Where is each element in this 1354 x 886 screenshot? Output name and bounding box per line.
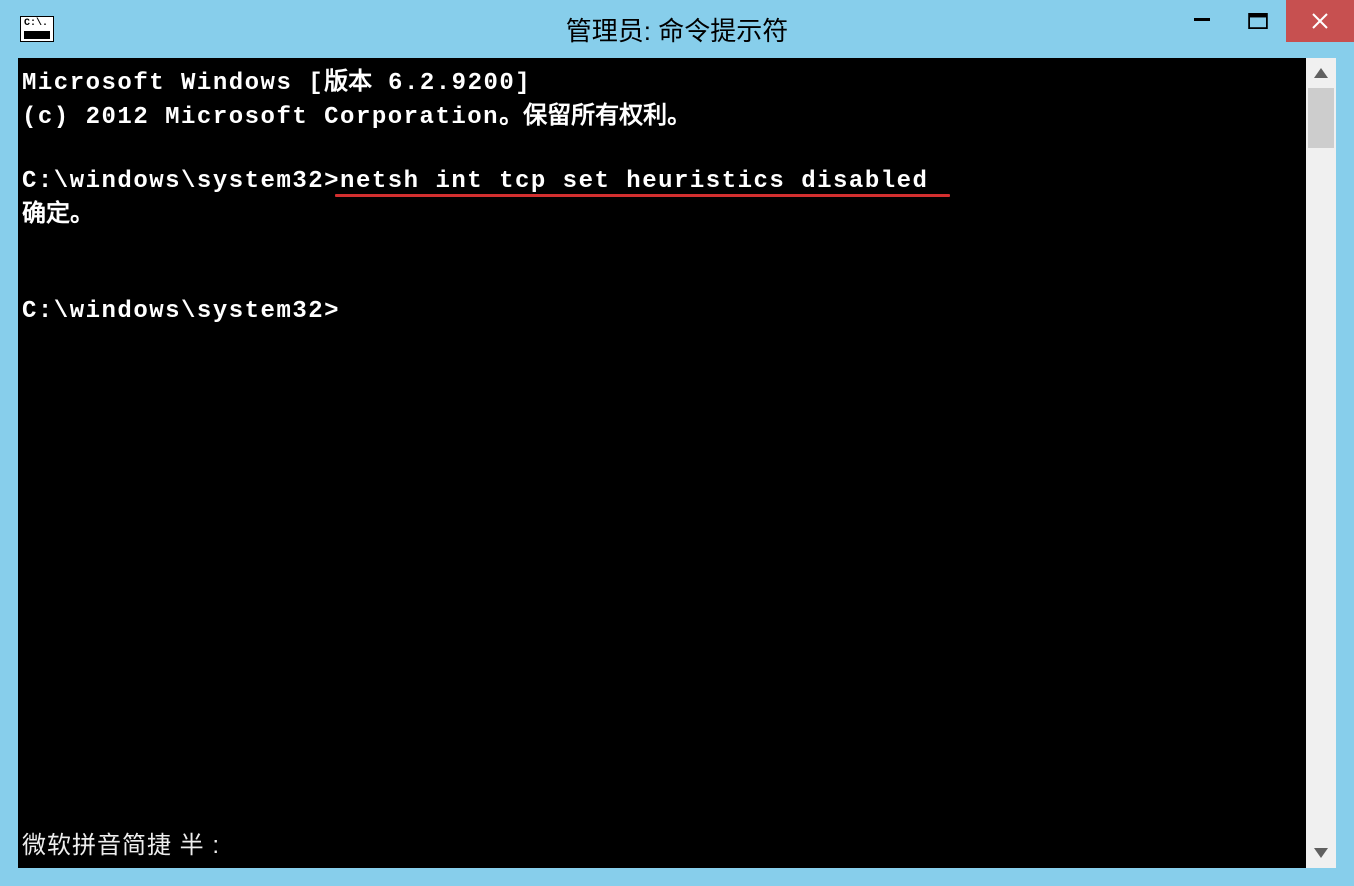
- terminal-text-cjk: 版本: [324, 68, 372, 95]
- terminal-line: 确定。: [22, 198, 1302, 232]
- terminal-text: (c) 2012 Microsoft Corporation: [22, 104, 499, 131]
- content-area: Microsoft Windows [版本 6.2.9200](c) 2012 …: [18, 58, 1336, 868]
- maximize-button[interactable]: [1230, 0, 1286, 42]
- terminal-line: (c) 2012 Microsoft Corporation。保留所有权利。: [22, 100, 1302, 134]
- maximize-icon: [1248, 13, 1268, 29]
- terminal-text-cjk: 确定。: [22, 200, 94, 227]
- terminal-output[interactable]: Microsoft Windows [版本 6.2.9200](c) 2012 …: [18, 58, 1306, 868]
- terminal-text: C:\windows\system32>: [22, 298, 340, 325]
- terminal-blank-line: [22, 232, 1302, 264]
- chevron-up-icon: [1314, 68, 1328, 78]
- ime-status: 微软拼音简捷 半 :: [22, 830, 220, 862]
- annotation-underline: [335, 194, 950, 197]
- minimize-icon: [1192, 6, 1212, 26]
- scrollbar-track[interactable]: [1306, 88, 1336, 838]
- titlebar[interactable]: C:\. 管理员: 命令提示符: [0, 0, 1354, 58]
- close-button[interactable]: [1286, 0, 1354, 42]
- window-icon-text: C:\.: [24, 18, 48, 29]
- vertical-scrollbar[interactable]: [1306, 58, 1336, 868]
- terminal-text-cjk: 。保留所有权利。: [499, 102, 691, 129]
- terminal-blank-line: [22, 264, 1302, 296]
- scrollbar-thumb[interactable]: [1308, 88, 1334, 148]
- chevron-down-icon: [1314, 848, 1328, 858]
- window-icon[interactable]: C:\.: [20, 16, 54, 42]
- terminal-text: C:\windows\system32>netsh int tcp set he…: [22, 168, 928, 195]
- terminal-line: Microsoft Windows [版本 6.2.9200]: [22, 66, 1302, 100]
- terminal-text: 6.2.9200]: [372, 70, 531, 97]
- scroll-down-button[interactable]: [1306, 838, 1336, 868]
- scroll-up-button[interactable]: [1306, 58, 1336, 88]
- window-controls: [1174, 0, 1354, 42]
- window-title: 管理员: 命令提示符: [566, 11, 788, 48]
- terminal-text: Microsoft Windows [: [22, 70, 324, 97]
- minimize-button[interactable]: [1174, 0, 1230, 42]
- command-prompt-window: C:\. 管理员: 命令提示符: [0, 0, 1354, 886]
- close-icon: [1311, 12, 1329, 30]
- terminal-blank-line: [22, 134, 1302, 166]
- terminal-line: C:\windows\system32>: [22, 296, 1302, 328]
- terminal-line: C:\windows\system32>netsh int tcp set he…: [22, 166, 1302, 198]
